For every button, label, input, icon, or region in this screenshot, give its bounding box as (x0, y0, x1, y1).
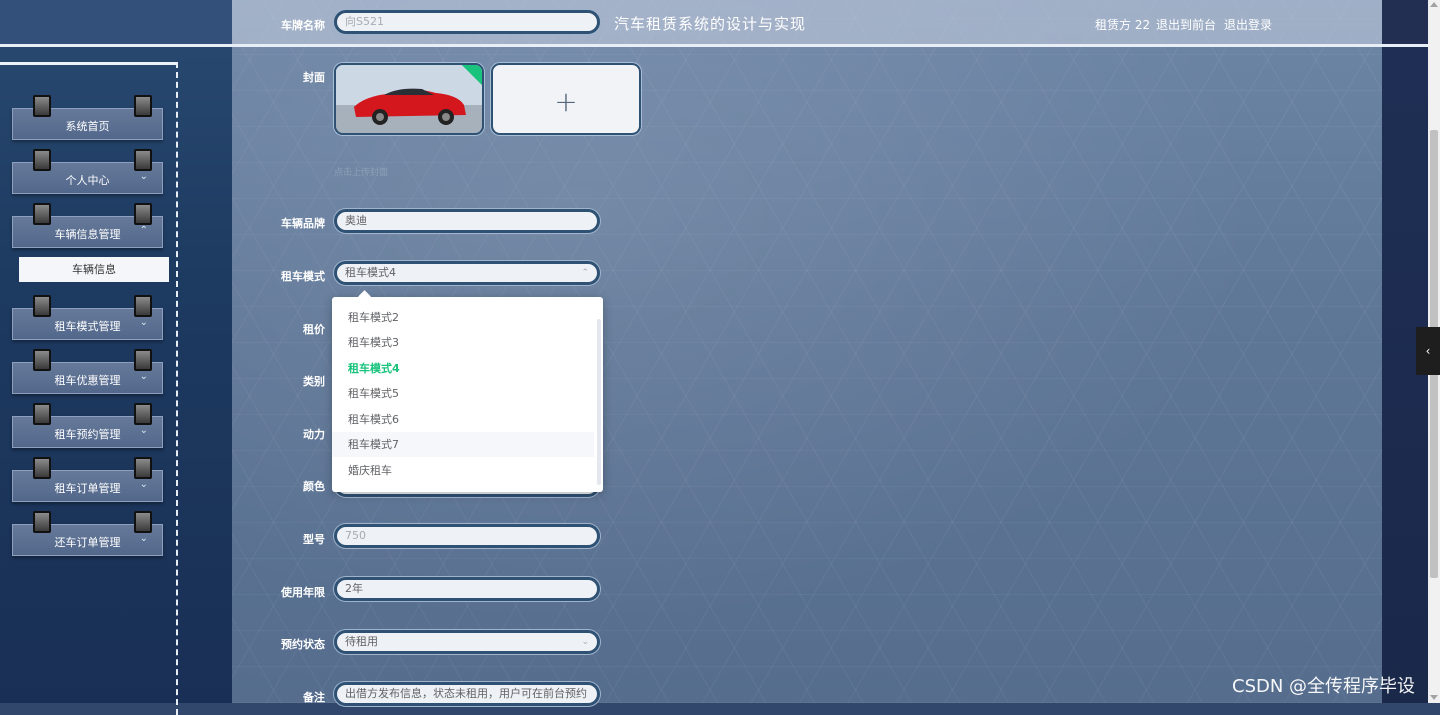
scroll-up-icon[interactable] (1430, 2, 1438, 7)
scroll-down-icon[interactable] (1430, 695, 1438, 700)
clip-icon (33, 149, 51, 171)
brand-label: 车辆品牌 (281, 217, 325, 230)
price-label: 租价 (303, 323, 325, 336)
dropdown-option[interactable]: 租车模式6 (332, 407, 594, 432)
clip-icon (33, 95, 51, 117)
model-input[interactable]: 750 (334, 524, 600, 548)
chevron-down-icon: ⌄ (139, 171, 148, 182)
clip-icon (134, 295, 152, 317)
cover-label: 封面 (303, 71, 325, 84)
plus-icon: + (554, 85, 578, 118)
category-label: 类别 (303, 375, 325, 388)
power-label: 动力 (303, 428, 325, 441)
dropdown-option[interactable]: 租车模式3 (332, 330, 594, 355)
sidebar-item-discounts[interactable]: 租车优惠管理 ⌄ (12, 349, 163, 394)
brand-input[interactable]: 奥迪 (334, 209, 600, 233)
back-to-front-link[interactable]: 退出到前台 (1156, 16, 1216, 33)
years-label: 使用年限 (281, 586, 325, 599)
plate-label: 车牌名称 (281, 19, 325, 32)
mode-dropdown: 租车模式2 租车模式3 租车模式4 租车模式5 租车模式6 租车模式7 婚庆租车 (332, 290, 603, 492)
clip-icon (33, 349, 51, 371)
logout-link[interactable]: 退出登录 (1224, 16, 1272, 33)
clip-icon (33, 511, 51, 533)
clip-icon (33, 295, 51, 317)
plate-input[interactable]: 向S521 (334, 10, 600, 34)
sidebar-item-return-orders[interactable]: 还车订单管理 ⌄ (12, 511, 163, 556)
years-input[interactable]: 2年 (334, 577, 600, 601)
clip-icon (134, 203, 152, 225)
add-cover-button[interactable]: + (491, 63, 641, 135)
clip-icon (134, 457, 152, 479)
sidebar-item-profile[interactable]: 个人中心 ⌄ (12, 149, 163, 194)
remark-textarea[interactable]: 出借方发布信息，状态未租用，用户可在前台预约 (334, 682, 600, 706)
clip-icon (134, 149, 152, 171)
sidebar-item-rental-orders[interactable]: 租车订单管理 ⌄ (12, 457, 163, 502)
upload-tip: 点击上传封面 (334, 168, 389, 178)
sidebar-item-vehicles[interactable]: 车辆信息管理 ⌃ (12, 203, 163, 248)
sidebar-item-rental-modes[interactable]: 租车模式管理 ⌄ (12, 295, 163, 340)
dropdown-option[interactable]: 婚庆租车 (332, 458, 594, 483)
chevron-down-icon: ⌄ (581, 637, 589, 647)
sidebar-subitem-vehicle-info[interactable]: 车辆信息 (19, 257, 169, 282)
clip-icon (33, 403, 51, 425)
car-image (336, 65, 482, 133)
sidebar-item-home[interactable]: 系统首页 (12, 95, 163, 140)
sidebar-item-reservations[interactable]: 租车预约管理 ⌄ (12, 403, 163, 448)
cover-image[interactable] (334, 63, 484, 135)
dropdown-option-hovered[interactable]: 租车模式7 (332, 432, 594, 457)
chevron-down-icon: ⌄ (139, 425, 148, 436)
watermark: CSDN @全传程序毕设 (1232, 676, 1416, 697)
dropdown-option-selected[interactable]: 租车模式4 (332, 356, 594, 381)
chevron-down-icon: ⌄ (139, 371, 148, 382)
model-label: 型号 (303, 533, 325, 546)
site-title: 汽车租赁系统的设计与实现 (614, 15, 807, 33)
clip-icon (134, 95, 152, 117)
chevron-down-icon: ⌄ (139, 317, 148, 328)
chevron-up-icon: ⌃ (139, 225, 148, 236)
chevron-down-icon: ⌄ (139, 479, 148, 490)
clip-icon (33, 457, 51, 479)
clip-icon (134, 403, 152, 425)
mode-select[interactable]: 租车模式4 ⌃ (334, 261, 600, 285)
dropdown-option[interactable]: 租车模式2 (332, 305, 594, 330)
status-select[interactable]: 待租用 ⌄ (334, 630, 600, 654)
mode-label: 租车模式 (281, 270, 325, 283)
clip-icon (134, 511, 152, 533)
status-label: 预约状态 (281, 638, 325, 651)
current-user: 租赁方 22 (1095, 18, 1151, 32)
color-label: 颜色 (303, 480, 325, 493)
chevron-up-icon: ⌃ (581, 268, 589, 278)
dropdown-option[interactable]: 租车模式5 (332, 381, 594, 406)
chevron-left-icon[interactable]: ‹ (1416, 327, 1440, 375)
chevron-down-icon: ⌄ (139, 533, 148, 544)
clip-icon (33, 203, 51, 225)
clip-icon (134, 349, 152, 371)
dropdown-scrollbar[interactable] (597, 319, 601, 485)
